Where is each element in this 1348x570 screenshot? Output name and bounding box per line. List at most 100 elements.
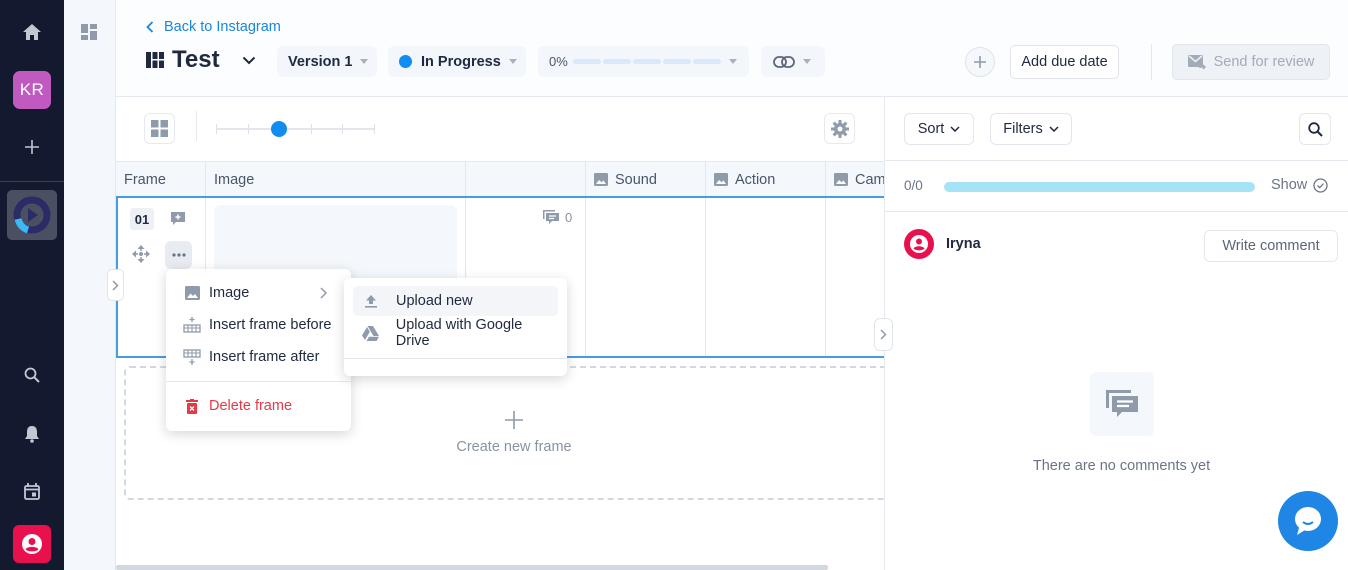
submenu-item-upload-new[interactable]: Upload new — [353, 286, 558, 316]
show-resolved-toggle[interactable]: Show — [1271, 177, 1328, 193]
empty-comments-text: There are no comments yet — [1032, 458, 1211, 474]
comments-progress-bar — [944, 182, 1255, 192]
write-comment-button[interactable]: Write comment — [1204, 230, 1338, 262]
search-comments-button[interactable] — [1299, 113, 1331, 145]
filters-label: Filters — [1003, 121, 1043, 137]
comments-progress-row: 0/0 Show — [885, 160, 1348, 212]
status-label: In Progress — [421, 53, 501, 70]
add-due-date-button[interactable]: Add due date — [1010, 45, 1119, 79]
trash-icon — [186, 398, 198, 414]
column-header-label: Image — [214, 171, 255, 188]
chevron-down-icon[interactable] — [242, 56, 256, 65]
sort-label: Sort — [917, 121, 945, 137]
cell-divider — [705, 198, 706, 356]
app-logo[interactable] — [7, 190, 57, 240]
menu-item-label: Insert frame after — [209, 349, 320, 365]
menu-item-image[interactable]: Image — [166, 278, 351, 308]
caret-down-icon — [360, 59, 369, 64]
menu-item-insert-after[interactable]: Insert frame after — [166, 342, 351, 372]
slider-tick — [342, 124, 344, 134]
submenu-item-label: Upload new — [396, 293, 473, 309]
column-header[interactable]: Sound — [586, 162, 706, 197]
slider-tick — [216, 124, 217, 134]
back-link[interactable]: Back to Instagram — [146, 19, 281, 35]
frame-number: 01 — [130, 208, 154, 230]
profile-button[interactable] — [13, 525, 51, 563]
workspace-avatar[interactable]: KR — [13, 71, 51, 109]
home-icon[interactable] — [0, 22, 64, 42]
slider-tick — [247, 124, 249, 134]
user-icon — [910, 235, 928, 253]
image-icon — [184, 286, 200, 300]
comments-progress-label: 0/0 — [904, 178, 923, 193]
check-circle-icon — [1313, 177, 1328, 193]
image-icon — [834, 173, 848, 186]
plus-icon — [974, 56, 986, 68]
frame-context-menu: Image Insert frame before Insert frame a… — [166, 269, 351, 431]
user-icon — [22, 534, 42, 554]
column-header[interactable] — [466, 162, 586, 197]
menu-item-delete-frame[interactable]: Delete frame — [166, 391, 351, 421]
column-header[interactable]: Cam — [826, 162, 884, 197]
gear-icon — [830, 119, 849, 138]
link-icon — [773, 55, 795, 68]
progress-segment — [662, 59, 691, 64]
filters-button[interactable]: Filters — [990, 113, 1072, 145]
settings-button[interactable] — [824, 113, 855, 144]
insert-after-icon — [183, 349, 201, 365]
page-header: Back to Instagram Test Version 1 In Prog… — [116, 0, 1348, 97]
dashboard-icon[interactable] — [81, 24, 97, 45]
grid-view-button[interactable] — [144, 113, 175, 144]
version-select[interactable]: Version 1 — [277, 46, 377, 77]
expand-left-button[interactable] — [107, 269, 124, 301]
status-select[interactable]: In Progress — [388, 46, 526, 77]
zoom-slider[interactable] — [216, 121, 375, 137]
column-header[interactable]: Action — [706, 162, 826, 197]
header-divider — [1151, 44, 1152, 80]
image-icon — [594, 173, 608, 186]
page-title: Test — [172, 46, 220, 73]
column-header[interactable]: Image — [206, 162, 466, 197]
comments-count[interactable]: 0 — [542, 209, 572, 225]
upload-icon — [365, 295, 377, 308]
title-row: Test — [146, 46, 256, 74]
menu-item-insert-before[interactable]: Insert frame before — [166, 310, 351, 340]
comment-composer-row: Iryna Write comment — [885, 213, 1348, 273]
calendar-icon[interactable] — [0, 481, 64, 501]
bell-icon[interactable] — [0, 424, 64, 444]
add-comment-icon[interactable] — [170, 211, 186, 232]
submenu-item-google-drive[interactable]: Upload with Google Drive — [353, 317, 558, 349]
chevron-down-icon — [1049, 126, 1059, 132]
search-icon — [1307, 121, 1323, 137]
send-for-review-button[interactable]: Send for review — [1172, 44, 1330, 80]
toolbar-divider — [196, 111, 197, 141]
support-chat-button[interactable] — [1278, 491, 1338, 551]
search-icon[interactable] — [0, 366, 64, 384]
add-member-button[interactable] — [965, 47, 995, 77]
version-label: Version 1 — [288, 53, 353, 70]
progress-segments — [572, 59, 721, 64]
slider-thumb[interactable] — [271, 121, 288, 137]
column-header[interactable]: Frame — [116, 162, 206, 197]
frame-options-button[interactable] — [165, 241, 192, 269]
app-root: KR Back to Instagram Test Version 1 In P… — [0, 0, 1348, 570]
image-icon — [714, 173, 728, 186]
caret-down-icon — [508, 59, 517, 64]
sort-button[interactable]: Sort — [904, 113, 974, 145]
submenu-divider — [344, 358, 567, 359]
horizontal-scrollbar[interactable] — [116, 565, 828, 570]
more-horizontal-icon — [171, 253, 186, 257]
chat-bubble-icon — [1295, 507, 1321, 535]
column-header-label: Action — [735, 171, 776, 188]
collapse-panel-button[interactable] — [874, 318, 893, 351]
chevron-right-icon — [320, 287, 327, 299]
progress-select[interactable]: 0% — [538, 46, 749, 77]
back-link-label: Back to Instagram — [164, 19, 281, 35]
share-link-select[interactable] — [761, 46, 825, 77]
progress-segment — [632, 59, 661, 64]
drag-handle-icon[interactable] — [132, 245, 150, 268]
progress-segment — [602, 59, 631, 64]
menu-divider — [166, 381, 351, 382]
board-toolbar — [116, 97, 884, 161]
plus-icon[interactable] — [0, 138, 64, 156]
